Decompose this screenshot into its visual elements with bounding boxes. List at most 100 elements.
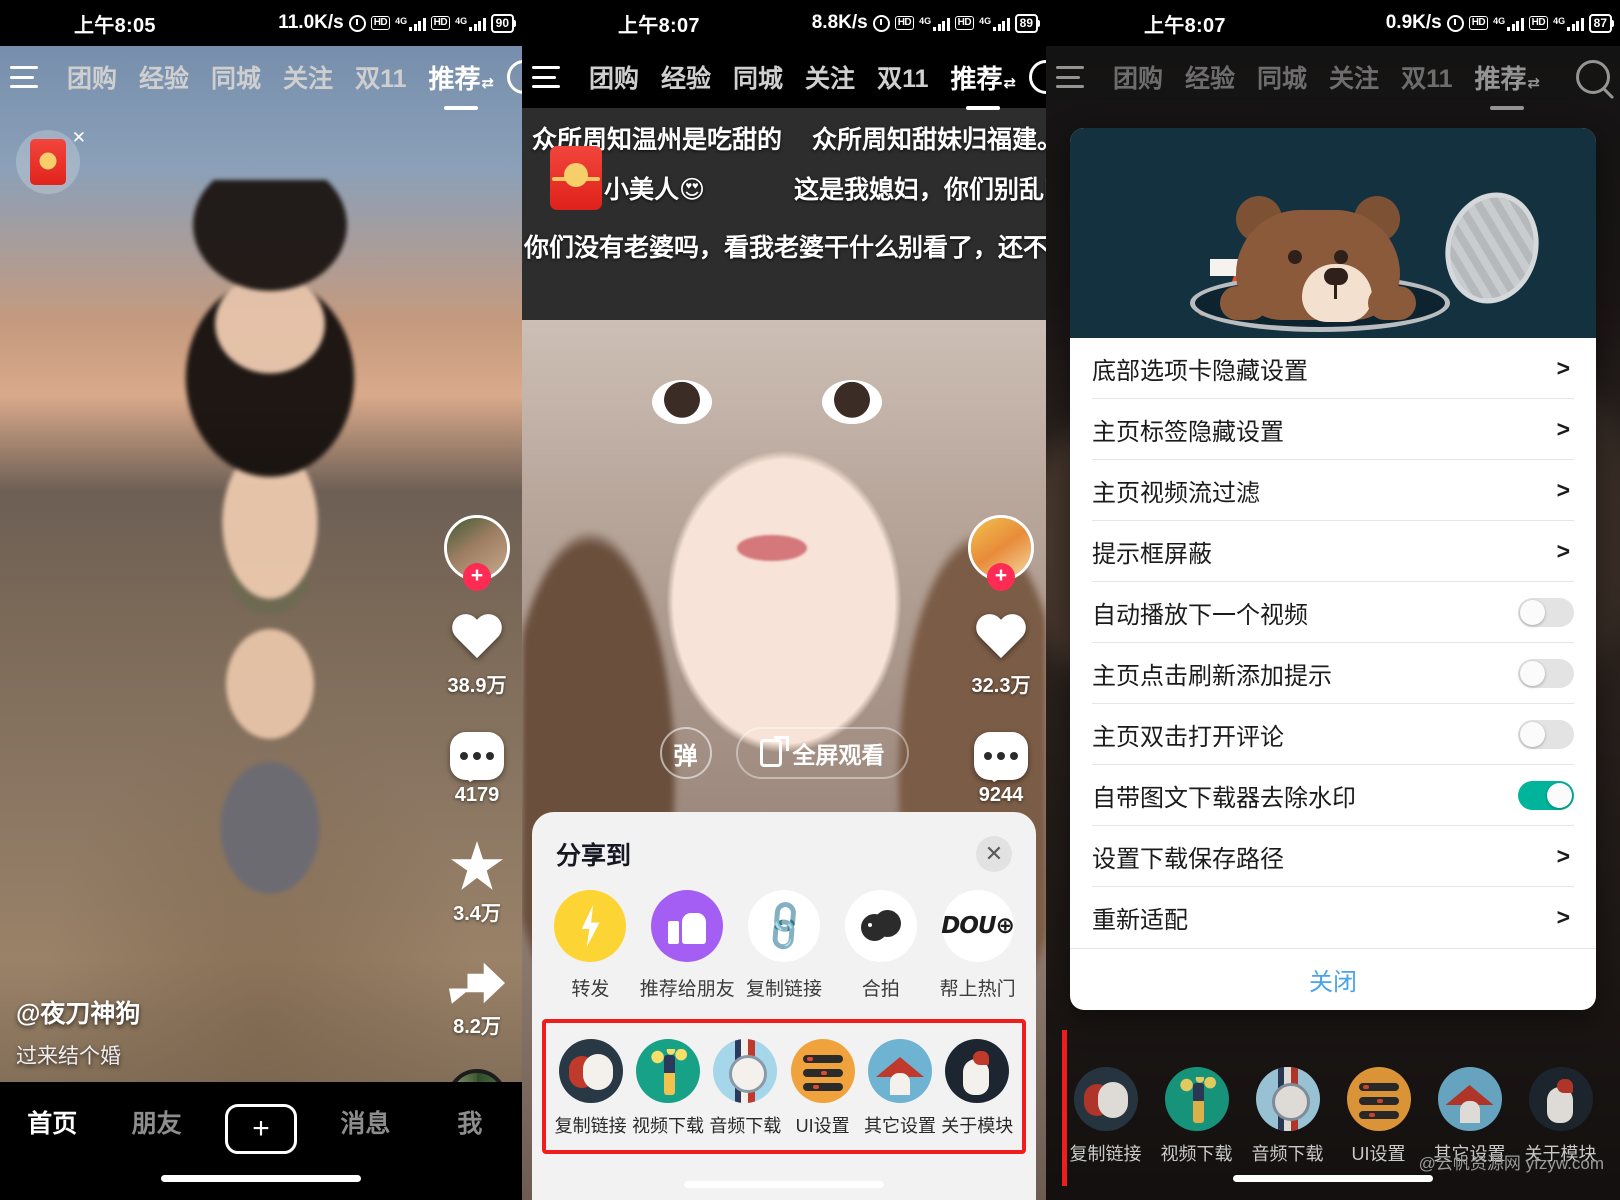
module-item-video-download[interactable]: 视频下载 — [1155, 1067, 1239, 1166]
chicken-icon — [945, 1039, 1010, 1103]
settings-dialog: 底部选项卡隐藏设置 > 主页标签隐藏设置 > 主页视频流过滤 > 提示框屏蔽 >… — [1070, 128, 1596, 1010]
module-item-label: 音频下载 — [709, 1116, 782, 1136]
close-icon[interactable]: ✕ — [72, 128, 86, 148]
tab-guanzhu[interactable]: 关注 — [272, 59, 344, 95]
share-item-recommend-friend[interactable]: 推荐给朋友 — [640, 890, 735, 1001]
avatar[interactable]: + — [968, 515, 1034, 591]
module-item-ui-settings[interactable]: UI设置 — [1337, 1067, 1421, 1166]
tab-shuang11[interactable]: 双11 — [866, 59, 939, 95]
hamburger-icon[interactable] — [1056, 66, 1086, 88]
bear-paw-right — [1368, 286, 1416, 320]
search-icon[interactable] — [1029, 60, 1046, 94]
home-indicator — [1233, 1175, 1433, 1182]
manhole-lid-icon — [1433, 182, 1551, 314]
thumbs-up-icon — [651, 890, 724, 962]
module-item-copy-link[interactable]: 复制链接 — [552, 1039, 629, 1138]
settings-row-refresh-tip[interactable]: 主页点击刷新添加提示 — [1092, 643, 1574, 704]
settings-row-label: 提示框屏蔽 — [1092, 540, 1212, 568]
search-icon[interactable] — [1576, 60, 1610, 94]
tab-tuangou[interactable]: 团购 — [56, 59, 128, 95]
toggle-switch[interactable] — [1518, 658, 1574, 688]
settings-row-doubletap-comment[interactable]: 主页双击打开评论 — [1092, 704, 1574, 765]
favorite-count: 3.4万 — [453, 903, 501, 925]
fullscreen-button[interactable]: 全屏观看 — [735, 727, 909, 779]
settings-row-readapt[interactable]: 重新适配 > — [1092, 887, 1574, 948]
hamburger-icon[interactable] — [532, 66, 562, 88]
tab-shuang11[interactable]: 双11 — [344, 59, 417, 95]
search-icon[interactable] — [507, 60, 522, 94]
module-item-about[interactable]: 关于模块 — [939, 1039, 1016, 1138]
tab-jingyan[interactable]: 经验 — [1174, 59, 1246, 95]
tab-tuangou[interactable]: 团购 — [578, 59, 650, 95]
settings-row-bottom-tab-hide[interactable]: 底部选项卡隐藏设置 > — [1092, 338, 1574, 399]
like-button[interactable]: 32.3万 — [972, 615, 1031, 698]
danmaku-line: 这是我媳妇，你们别乱叫😭 — [794, 176, 1046, 204]
settings-list-icon — [790, 1039, 855, 1103]
network-speed: 8.8K/s — [811, 12, 868, 33]
share-item-copy-link[interactable]: 🔗 复制链接 — [738, 890, 830, 1001]
settings-row-label: 主页视频流过滤 — [1092, 479, 1260, 507]
hd-icon: HD — [894, 16, 915, 30]
tab-tuangou[interactable]: 团购 — [1102, 59, 1174, 95]
red-envelope-icon[interactable] — [550, 146, 602, 210]
share-sheet-title: 分享到 — [556, 842, 632, 870]
comment-button[interactable]: 9244 — [974, 732, 1028, 807]
tab-guanzhu[interactable]: 关注 — [794, 59, 866, 95]
module-item-ui-settings[interactable]: UI设置 — [784, 1039, 861, 1138]
settings-row-remove-watermark[interactable]: 自带图文下载器去除水印 — [1092, 765, 1574, 826]
settings-row-video-feed-filter[interactable]: 主页视频流过滤 > — [1092, 460, 1574, 521]
hd-icon-2: HD — [954, 16, 975, 30]
hamburger-icon[interactable] — [10, 66, 40, 88]
module-item-video-download[interactable]: 视频下载 — [629, 1039, 706, 1138]
tab-tongcheng[interactable]: 同城 — [1246, 59, 1318, 95]
video-subject-eyes — [522, 380, 1046, 440]
comment-button[interactable]: 4179 — [450, 732, 504, 807]
tabbar-item-home[interactable]: 首页 — [0, 1104, 104, 1140]
module-item-other-settings[interactable]: 其它设置 — [861, 1039, 938, 1138]
share-item-forward[interactable]: 转发 — [544, 890, 636, 1001]
tab-tuijian[interactable]: 推荐⇄ — [418, 59, 506, 110]
follow-button[interactable]: + — [987, 563, 1015, 591]
toggle-switch[interactable] — [1518, 719, 1574, 749]
phone-panel-3: 上午8:07 0.9K/s HD 4G HD 4G 87 团购 经验 同城 关注… — [1046, 0, 1620, 1200]
magic-wand-icon — [1164, 1067, 1229, 1131]
module-item-copy-link[interactable]: 复制链接 — [1064, 1067, 1148, 1166]
danmaku-toggle-button[interactable]: 弹 — [659, 727, 712, 779]
tab-jingyan[interactable]: 经验 — [128, 59, 200, 95]
tabbar-item-messages[interactable]: 消息 — [313, 1104, 417, 1140]
favorite-button[interactable]: 3.4万 — [450, 841, 504, 926]
share-button[interactable]: 8.2万 — [449, 960, 505, 1039]
flash-forward-icon — [554, 890, 627, 962]
like-button[interactable]: 38.9万 — [448, 615, 507, 698]
sheet-footer — [532, 1154, 1036, 1200]
close-icon[interactable]: ✕ — [976, 836, 1012, 872]
danmaku-area[interactable]: 众所周知温州是吃甜的 众所周知甜妹归福建。 小美人😍 这是我媳妇，你们别乱叫😭 … — [522, 108, 1046, 320]
red-packet-widget[interactable]: ✕ — [16, 128, 86, 194]
share-item-promote[interactable]: DOU⊕ 帮上热门 — [932, 890, 1024, 1001]
settings-row-home-tag-hide[interactable]: 主页标签隐藏设置 > — [1092, 399, 1574, 460]
tab-shuang11[interactable]: 双11 — [1390, 59, 1463, 95]
create-post-button[interactable]: + — [225, 1104, 298, 1154]
share-item-label: 合拍 — [861, 979, 900, 1000]
tab-tongcheng[interactable]: 同城 — [722, 59, 794, 95]
tab-jingyan[interactable]: 经验 — [650, 59, 722, 95]
settings-row-autoplay-next[interactable]: 自动播放下一个视频 — [1092, 582, 1574, 643]
tab-tuijian[interactable]: 推荐⇄ — [940, 59, 1028, 110]
home-indicator — [161, 1175, 361, 1182]
dialog-close-button[interactable]: 关闭 — [1070, 948, 1596, 1010]
toggle-switch[interactable] — [1518, 780, 1574, 810]
author-handle[interactable]: @夜刀神狗 — [16, 994, 140, 1030]
module-item-audio-download[interactable]: 音频下载 — [1246, 1067, 1330, 1166]
settings-row-download-path[interactable]: 设置下载保存路径 > — [1092, 826, 1574, 887]
toggle-switch[interactable] — [1518, 597, 1574, 627]
tab-guanzhu[interactable]: 关注 — [1318, 59, 1390, 95]
tabbar-item-me[interactable]: 我 — [418, 1104, 522, 1140]
tab-tuijian[interactable]: 推荐⇄ — [1464, 59, 1552, 110]
avatar[interactable]: + — [444, 515, 510, 591]
tab-tongcheng[interactable]: 同城 — [200, 59, 272, 95]
module-item-audio-download[interactable]: 音频下载 — [707, 1039, 784, 1138]
tabbar-item-friends[interactable]: 朋友 — [104, 1104, 208, 1140]
share-item-duet[interactable]: 合拍 — [835, 890, 927, 1001]
settings-row-dialog-block[interactable]: 提示框屏蔽 > — [1092, 521, 1574, 582]
follow-button[interactable]: + — [463, 563, 491, 591]
